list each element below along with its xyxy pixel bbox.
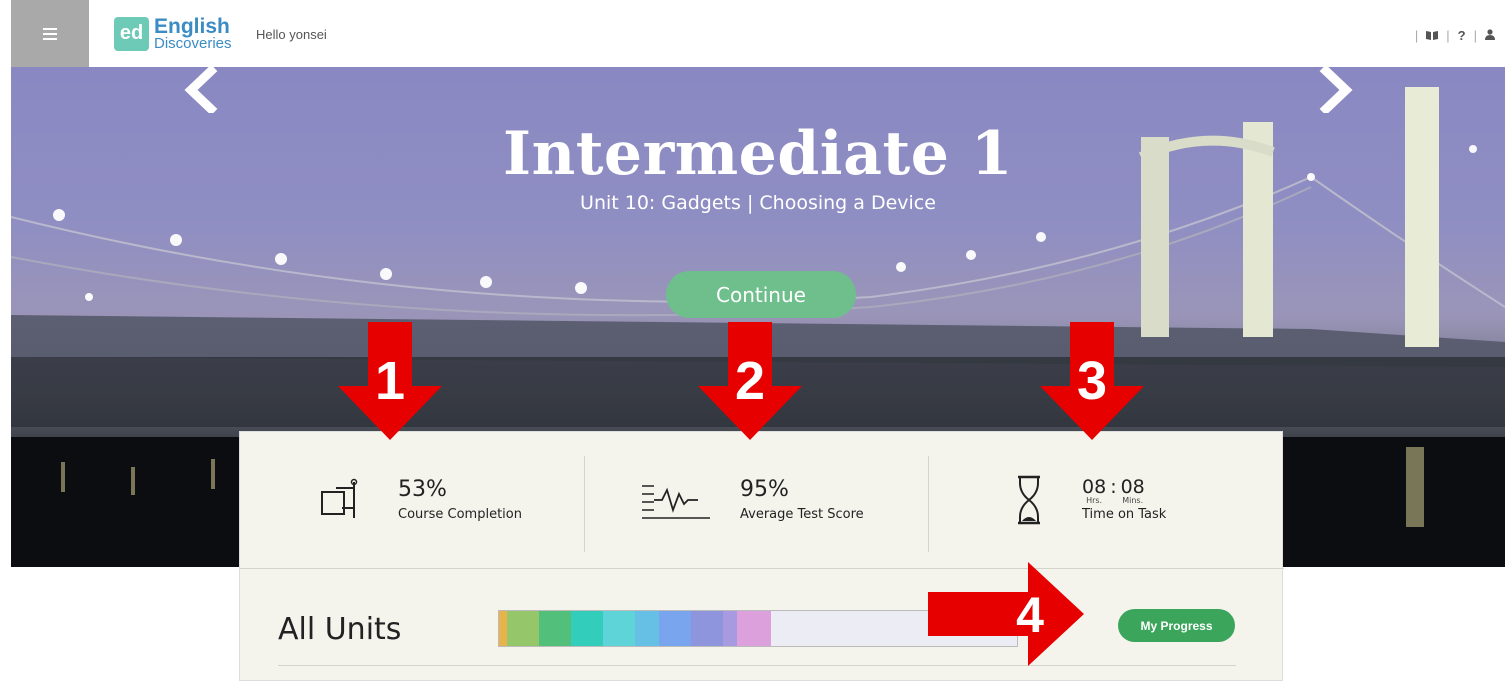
all-units-heading: All Units [278,612,402,647]
progress-segment [723,611,737,646]
logo-badge: ed [114,16,149,51]
my-progress-button[interactable]: My Progress [1118,609,1235,642]
continue-button[interactable]: Continue [666,271,856,318]
completion-value: 53% [398,476,447,502]
hamburger-menu-button[interactable] [11,0,89,67]
progress-segment [603,611,635,646]
annotation-number-3: 3 [1076,351,1108,411]
test-score-value: 95% [740,476,789,502]
menu-icon [43,27,57,40]
annotation-number-4: 4 [1016,587,1044,643]
progress-segment [507,611,539,646]
logo[interactable]: ed English Discoveries [114,16,232,51]
course-completion-stat: 53% Course Completion [320,432,522,568]
greeting-text: Hello yonsei [256,27,327,42]
pulse-chart-icon [642,485,710,519]
time-value: 08 Hrs. : 08 Mins. [1082,476,1145,505]
next-arrow-icon[interactable] [1316,67,1356,113]
progress-segment [691,611,723,646]
flag-icon [321,478,358,518]
time-on-task-stat: 08 Hrs. : 08 Mins. Time on Task [1016,432,1166,568]
lesson-name: Choosing a Device [759,192,936,214]
current-lesson: Unit 10: Gadgets | Choosing a Device [580,192,936,214]
stats-panel: 53% Course Completion 95% Average Test S… [239,431,1284,681]
annotation-number-1: 1 [374,351,406,411]
minutes-unit: Mins. [1122,496,1144,505]
progress-segment [571,611,603,646]
hourglass-icon [1018,475,1040,525]
progress-segment [635,611,659,646]
time-label: Time on Task [1082,507,1167,522]
course-title: Intermediate 1 [503,119,1013,189]
time-hours: 08 [1082,476,1107,498]
progress-segment [499,611,507,646]
header-actions: | | ? | [1415,28,1495,43]
progress-segment [659,611,691,646]
progress-segment [737,611,771,646]
test-score-label: Average Test Score [740,506,864,522]
previous-arrow-icon[interactable] [181,67,221,113]
average-test-score-stat: 95% Average Test Score [642,432,864,568]
user-icon[interactable] [1485,28,1495,43]
hours-unit: Hrs. [1086,496,1103,505]
top-bar: ed English Discoveries Hello yonsei | | … [0,0,1505,67]
book-icon[interactable] [1426,28,1439,43]
completion-label: Course Completion [398,506,522,522]
annotation-number-2: 2 [734,351,766,411]
unit-name: Unit 10: Gadgets [580,192,741,214]
logo-text-english: English [154,15,230,38]
logo-text-discoveries: Discoveries [154,35,232,52]
help-icon[interactable]: ? [1458,28,1466,43]
time-minutes: 08 [1120,476,1145,498]
progress-segment [539,611,571,646]
